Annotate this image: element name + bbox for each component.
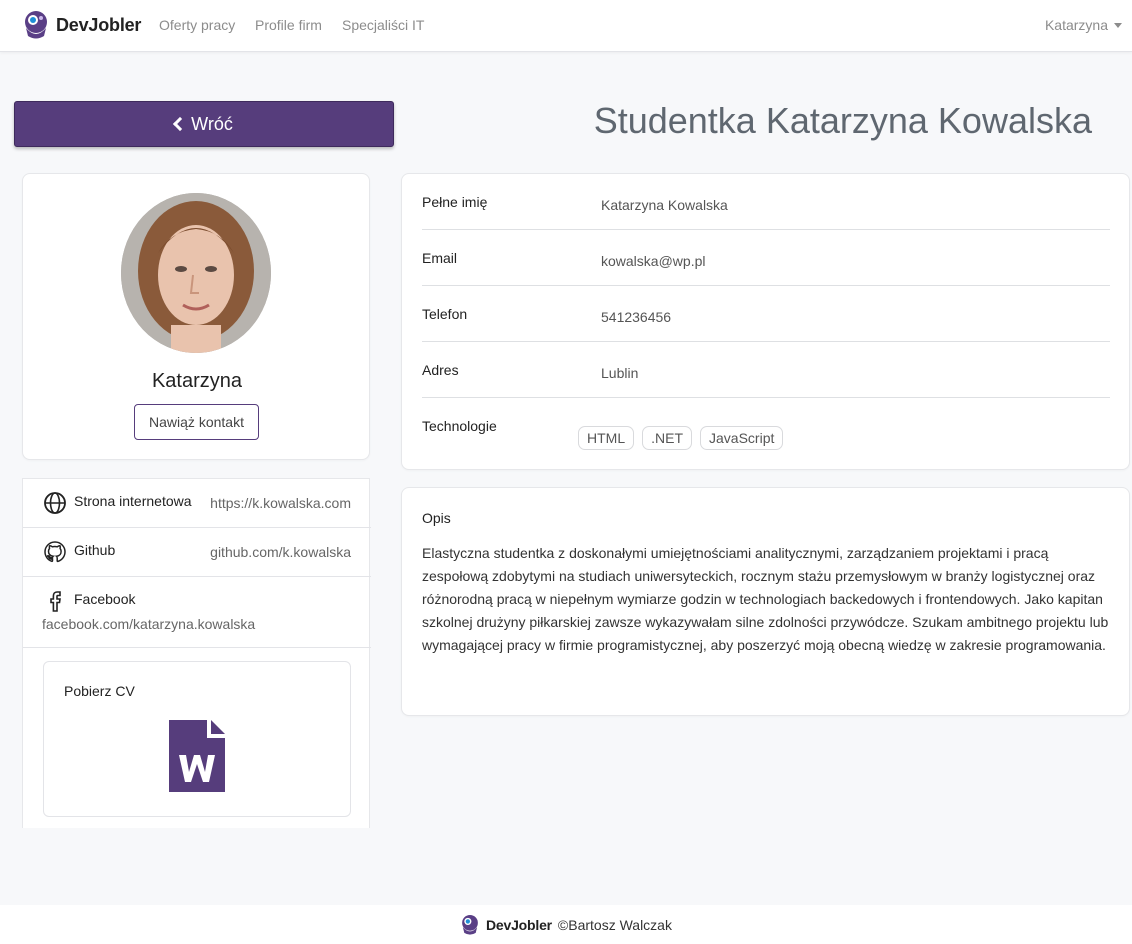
download-cv-label: Pobierz CV (64, 683, 135, 699)
github-label: Github (74, 542, 116, 558)
footer-brand: DevJobler (486, 916, 552, 933)
address-value: Lublin (601, 365, 639, 381)
footer: DevJobler ©Bartosz Walczak (0, 905, 1132, 944)
top-navbar: DevJobler Oferty pracy Profile firm Spec… (0, 0, 1132, 52)
detail-row-email: Email kowalska@wp.pl (422, 230, 1110, 286)
description-card: Opis Elastyczna studentka z doskonałymi … (401, 487, 1130, 716)
technology-tag: HTML (578, 426, 635, 450)
detail-row-address: Adres Lublin (422, 342, 1110, 398)
user-name: Katarzyna (1044, 17, 1108, 33)
chevron-left-icon (173, 116, 188, 132)
full-name-label: Pełne imię (422, 194, 488, 210)
devjobler-logo-icon (25, 11, 47, 39)
caret-down-icon (1114, 22, 1122, 28)
detail-row-full-name: Pełne imię Katarzyna Kowalska (422, 174, 1110, 230)
back-button-label: Wróć (191, 113, 233, 134)
link-row-facebook[interactable]: Facebook facebook.com/katarzyna.kowalska (23, 577, 371, 648)
github-link[interactable]: github.com/k.kowalska (210, 544, 351, 560)
globe-icon (44, 492, 66, 514)
github-icon (44, 541, 66, 563)
profile-name: Katarzyna (151, 370, 243, 392)
facebook-label: Facebook (74, 591, 136, 607)
description-label: Opis (422, 510, 451, 526)
technology-tag: JavaScript (700, 426, 784, 450)
full-name-value: Katarzyna Kowalska (601, 197, 728, 213)
details-card: Pełne imię Katarzyna Kowalska Email kowa… (401, 173, 1130, 470)
links-panel: Strona internetowa https://k.kowalska.co… (22, 478, 371, 828)
technology-tag: .NET (642, 426, 693, 450)
link-row-website[interactable]: Strona internetowa https://k.kowalska.co… (23, 479, 371, 528)
nav-link-job-offers[interactable]: Oferty pracy (159, 17, 235, 33)
devjobler-logo-icon (462, 914, 478, 935)
profile-card: Katarzyna Nawiąż kontakt (22, 173, 370, 460)
technologies-label: Technologie (422, 418, 497, 434)
detail-row-phone: Telefon 541236456 (422, 286, 1110, 342)
word-file-icon[interactable] (169, 720, 225, 792)
facebook-icon (50, 591, 61, 612)
brand-name: DevJobler (56, 14, 142, 35)
email-label: Email (422, 250, 458, 266)
user-dropdown[interactable]: Katarzyna (1045, 17, 1122, 33)
website-link[interactable]: https://k.kowalska.com (210, 495, 351, 511)
avatar (121, 193, 271, 353)
address-label: Adres (422, 362, 459, 378)
phone-value: 541236456 (601, 309, 672, 325)
brand-logo-link[interactable]: DevJobler (22, 10, 141, 40)
page-title: Studentka Katarzyna Kowalska (593, 100, 1092, 141)
description-text: Elastyczna studentka z doskonałymi umiej… (422, 545, 1109, 653)
technology-tags: HTML .NET JavaScript (578, 426, 784, 450)
email-value[interactable]: kowalska@wp.pl (601, 253, 705, 269)
back-button[interactable]: Wróć (14, 101, 394, 147)
nav-link-it-specialists[interactable]: Specjaliści IT (342, 17, 424, 33)
contact-button[interactable]: Nawiąż kontakt (134, 404, 259, 440)
link-row-github[interactable]: Github github.com/k.kowalska (23, 528, 371, 577)
phone-label: Telefon (422, 306, 468, 322)
avatar-photo (121, 193, 271, 353)
download-cv-card[interactable]: Pobierz CV (43, 661, 351, 817)
website-label: Strona internetowa (74, 493, 192, 509)
facebook-link[interactable]: facebook.com/katarzyna.kowalska (42, 616, 255, 632)
nav-link-company-profiles[interactable]: Profile firm (255, 17, 322, 33)
footer-copyright: ©Bartosz Walczak (557, 916, 672, 933)
